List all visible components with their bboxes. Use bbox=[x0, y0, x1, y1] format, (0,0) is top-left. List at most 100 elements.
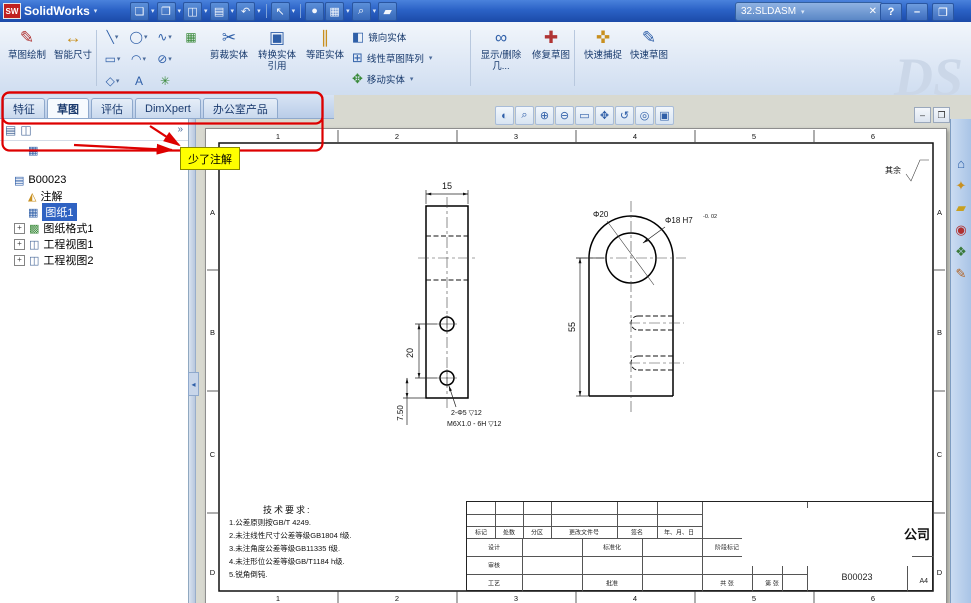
command-manager-ribbon: ✎ 草图绘制 ↔ 智能尺寸 ╲ ▾ ◯ ▾ ∿ ▾ ▦ ▭ ▾ ◠ ▾ ⊘ ▾ ◇ ▾ A ✳… bbox=[0, 22, 971, 107]
ellipse-tool-button[interactable]: ⊘ ▾ bbox=[152, 49, 178, 68]
text-tool-button[interactable]: A bbox=[126, 71, 152, 90]
zoom-out-icon[interactable]: ⊖ bbox=[555, 106, 574, 125]
rapid-sketch-button[interactable]: ✎ 快速草图 bbox=[626, 25, 672, 91]
zoom-fit-icon[interactable]: ⌕ bbox=[515, 106, 534, 125]
chevron-down-icon[interactable]: ▾ bbox=[142, 55, 146, 63]
dim-hole-pitch: 20 bbox=[405, 348, 415, 358]
chevron-down-icon[interactable]: ▾ bbox=[429, 54, 433, 62]
arc-tool-button[interactable]: ◠ ▾ bbox=[126, 49, 152, 68]
doc-restore-icon[interactable]: ❐ bbox=[933, 107, 950, 123]
trim-entities-button[interactable]: ✂ 剪裁实体 bbox=[206, 25, 252, 91]
circle-tool-button[interactable]: ◯ ▾ bbox=[126, 27, 152, 46]
graphics-area[interactable]: 12 34 56 12 34 56 AB CD AB CD 其余 15 20 7… bbox=[196, 119, 950, 603]
select-tool-button[interactable]: ↖ bbox=[270, 1, 290, 21]
close-document-icon[interactable]: ✕ bbox=[869, 6, 877, 17]
tree-item-sheet1[interactable]: ▦ 图纸1 bbox=[0, 203, 188, 221]
tab-dimxpert[interactable]: DimXpert bbox=[135, 98, 201, 118]
chevron-down-icon[interactable]: ▾ bbox=[168, 33, 172, 41]
design-library-icon[interactable]: ✦ bbox=[956, 179, 967, 193]
feature-tree-tab-icon[interactable]: ▤ bbox=[5, 123, 16, 137]
tab-features[interactable]: 特征 bbox=[3, 98, 45, 118]
chevron-down-icon[interactable]: ▾ bbox=[801, 8, 805, 16]
panel-collapse-handle[interactable]: ◂ bbox=[188, 372, 199, 396]
chevron-down-icon[interactable]: ▾ bbox=[204, 7, 208, 15]
zoom-previous-icon[interactable]: ◐ bbox=[495, 106, 514, 125]
offset-entities-button[interactable]: ∥ 等距实体 bbox=[302, 25, 348, 91]
chevron-down-icon[interactable]: ▾ bbox=[410, 75, 414, 83]
expand-plus-icon[interactable]: + bbox=[14, 222, 25, 234]
chevron-down-icon[interactable]: ▾ bbox=[346, 7, 350, 15]
convert-entities-button[interactable]: ▣ 转换实体引用 bbox=[254, 25, 300, 91]
chevron-down-icon[interactable]: ▾ bbox=[292, 7, 296, 15]
tab-office-products[interactable]: 办公室产品 bbox=[202, 98, 278, 118]
polygon-tool-button[interactable]: ◇ ▾ bbox=[100, 71, 126, 90]
help-button[interactable]: ? bbox=[880, 3, 902, 21]
file-folder-button[interactable]: ▰ bbox=[378, 1, 398, 21]
expand-plus-icon[interactable]: + bbox=[14, 238, 25, 250]
maximize-button[interactable]: ❐ bbox=[932, 3, 954, 21]
tree-item-annotations[interactable]: ◭ 注解 bbox=[0, 188, 188, 204]
tree-root-item[interactable]: ▤ B00023 bbox=[0, 172, 188, 188]
smart-dimension-button[interactable]: ↔ 智能尺寸 bbox=[50, 25, 96, 91]
chevron-down-icon[interactable]: ▾ bbox=[144, 33, 148, 41]
drawing-sheet[interactable]: 12 34 56 12 34 56 AB CD AB CD 其余 15 20 7… bbox=[205, 128, 947, 603]
spline-icon: ∿ bbox=[157, 29, 168, 44]
tech-line: 1.公差原则按GB/T 4249. bbox=[229, 518, 311, 527]
linear-sketch-pattern-button[interactable]: ⊞ 线性草图阵列 ▾ bbox=[352, 49, 433, 67]
chevron-down-icon[interactable]: ▾ bbox=[373, 7, 377, 15]
save-button[interactable]: ◫ bbox=[183, 1, 203, 21]
view-orientation-icon[interactable]: ◎ bbox=[635, 106, 654, 125]
sketch-pattern-button[interactable]: ▦ bbox=[178, 27, 204, 46]
doc-minimize-icon[interactable]: – bbox=[914, 107, 931, 123]
chevron-down-icon[interactable]: ▾ bbox=[117, 55, 121, 63]
chevron-down-icon[interactable]: ▾ bbox=[151, 7, 155, 15]
tree-item-drawing-view2[interactable]: + ◫ 工程视图2 bbox=[0, 252, 188, 268]
undo-button[interactable]: ↶ bbox=[236, 1, 256, 21]
chevron-down-icon: ▾ bbox=[93, 8, 98, 15]
rotate-view-icon[interactable]: ↺ bbox=[615, 106, 634, 125]
quick-snaps-button[interactable]: ✜ 快速捕捉 bbox=[580, 25, 626, 91]
minimize-button[interactable]: – bbox=[906, 3, 928, 21]
rectangle-tool-button[interactable]: ▭ ▾ bbox=[100, 49, 126, 68]
display-style-icon[interactable]: ▣ bbox=[655, 106, 674, 125]
spline-tool-button[interactable]: ∿ ▾ bbox=[152, 27, 178, 46]
custom-properties-icon[interactable]: ✎ bbox=[956, 267, 967, 281]
magnifier-button[interactable]: ⌕ bbox=[351, 1, 371, 21]
open-document-button[interactable]: ❐ bbox=[156, 1, 176, 21]
line-tool-button[interactable]: ╲ ▾ bbox=[100, 27, 126, 46]
tab-evaluate[interactable]: 评估 bbox=[91, 98, 133, 118]
chevron-down-icon[interactable]: ▾ bbox=[231, 7, 235, 15]
document-tab[interactable]: 32.SLDASM ▾ ✕ bbox=[735, 2, 883, 21]
print-button[interactable]: ▤ bbox=[209, 1, 229, 21]
chevron-down-icon[interactable]: ▾ bbox=[178, 7, 182, 15]
file-explorer-icon[interactable]: ▰ bbox=[956, 201, 966, 215]
tree-item-sheet-format1[interactable]: + ▩ 图纸格式1 bbox=[0, 220, 188, 236]
move-entities-button[interactable]: ✥ 移动实体 ▾ bbox=[352, 70, 414, 88]
flyout-tree-icon[interactable]: ▦ bbox=[28, 144, 38, 157]
tb-label: 更改文件号 bbox=[568, 530, 600, 537]
view-settings-button[interactable]: ▦ bbox=[325, 1, 345, 21]
property-manager-tab-icon[interactable]: ◫ bbox=[20, 123, 31, 137]
panel-divider[interactable] bbox=[189, 119, 196, 603]
new-document-button[interactable]: ❏ bbox=[130, 1, 149, 21]
repair-sketch-button[interactable]: ✚ 修复草图 bbox=[528, 25, 574, 91]
mirror-entities-button[interactable]: ◧ 镜向实体 bbox=[352, 28, 406, 46]
tree-item-drawing-view1[interactable]: + ◫ 工程视图1 bbox=[0, 236, 188, 252]
chevron-down-icon[interactable]: ▾ bbox=[257, 7, 261, 15]
chevrons-right-icon[interactable]: » bbox=[177, 124, 183, 135]
chevron-down-icon[interactable]: ▾ bbox=[168, 55, 172, 63]
chevron-down-icon[interactable]: ▾ bbox=[115, 33, 119, 41]
macro-bead-button[interactable]: ● bbox=[305, 1, 325, 21]
zoom-in-icon[interactable]: ⊕ bbox=[535, 106, 554, 125]
chevron-down-icon[interactable]: ▾ bbox=[116, 77, 120, 85]
sketch-button[interactable]: ✎ 草图绘制 bbox=[4, 25, 50, 91]
tab-sketch[interactable]: 草图 bbox=[47, 98, 89, 118]
expand-plus-icon[interactable]: + bbox=[14, 254, 25, 266]
home-icon[interactable]: ⌂ bbox=[957, 157, 965, 171]
display-delete-relations-button[interactable]: ∞ 显示/删除几... bbox=[478, 25, 524, 91]
zoom-area-icon[interactable]: ▭ bbox=[575, 106, 594, 125]
pan-icon[interactable]: ✥ bbox=[595, 106, 614, 125]
point-pattern-button[interactable]: ✳ bbox=[152, 71, 178, 90]
solidworks-resources-icon[interactable]: ◉ bbox=[955, 223, 966, 237]
view-palette-icon[interactable]: ❖ bbox=[955, 245, 967, 259]
